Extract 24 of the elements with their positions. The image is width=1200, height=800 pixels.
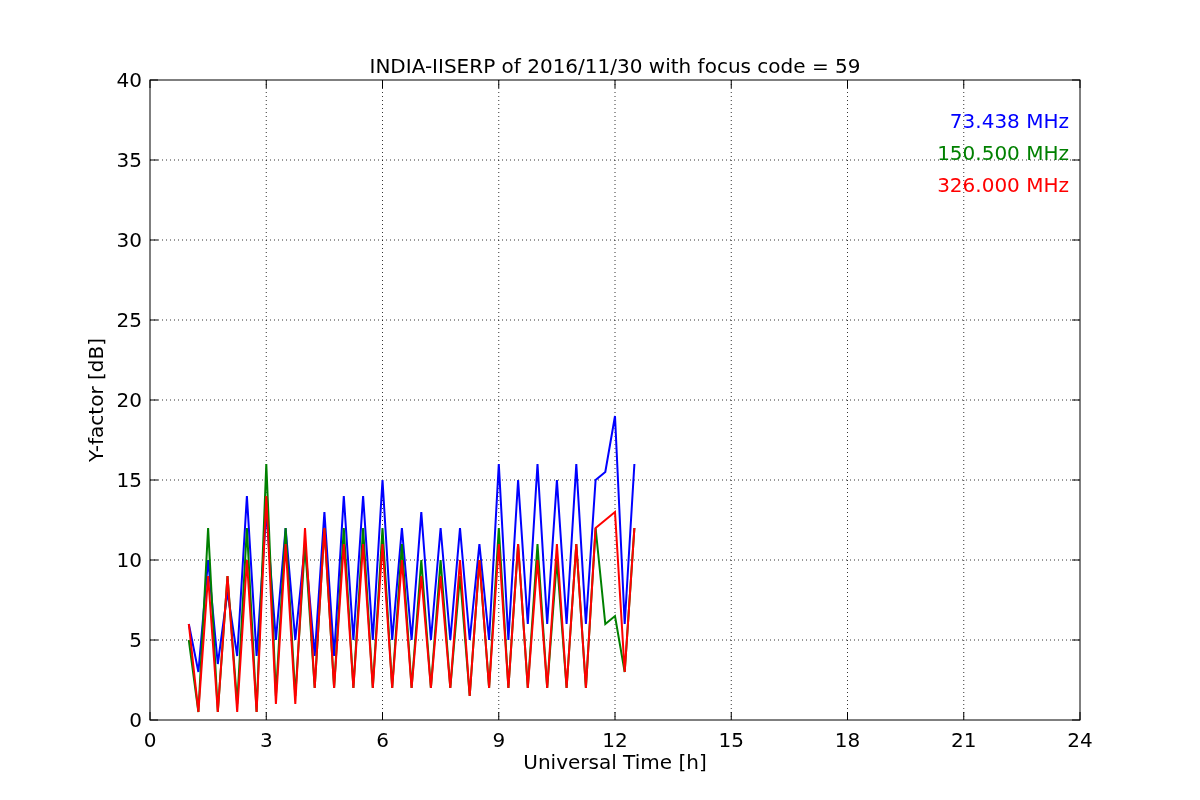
y-tick-label: 30 bbox=[116, 228, 142, 252]
x-tick-label: 6 bbox=[376, 728, 389, 752]
y-tick-label: 35 bbox=[116, 148, 142, 172]
y-tick-label: 40 bbox=[116, 68, 142, 92]
chart-title: INDIA-IISERP of 2016/11/30 with focus code = 59 bbox=[369, 54, 861, 78]
y-tick-label: 25 bbox=[116, 308, 142, 332]
x-tick-label: 12 bbox=[602, 728, 628, 752]
x-tick-label: 24 bbox=[1067, 728, 1093, 752]
y-tick-label: 10 bbox=[116, 548, 142, 572]
y-tick-label: 15 bbox=[116, 468, 142, 492]
y-tick-label: 0 bbox=[129, 708, 142, 732]
legend-label: 150.500 MHz bbox=[937, 141, 1069, 165]
y-tick-label: 5 bbox=[129, 628, 142, 652]
y-tick-label: 20 bbox=[116, 388, 142, 412]
y-axis-label: Y-factor [dB] bbox=[84, 338, 108, 462]
x-axis-label: Universal Time [h] bbox=[523, 750, 707, 774]
x-tick-label: 9 bbox=[492, 728, 506, 752]
x-tick-label: 18 bbox=[834, 728, 861, 752]
legend-label: 326.000 MHz bbox=[937, 173, 1069, 197]
x-tick-label: 21 bbox=[951, 728, 977, 752]
x-tick-label: 0 bbox=[143, 728, 157, 752]
x-tick-label: 15 bbox=[718, 728, 744, 752]
x-tick-label: 3 bbox=[259, 728, 273, 752]
legend-label: 73.438 MHz bbox=[949, 109, 1069, 133]
